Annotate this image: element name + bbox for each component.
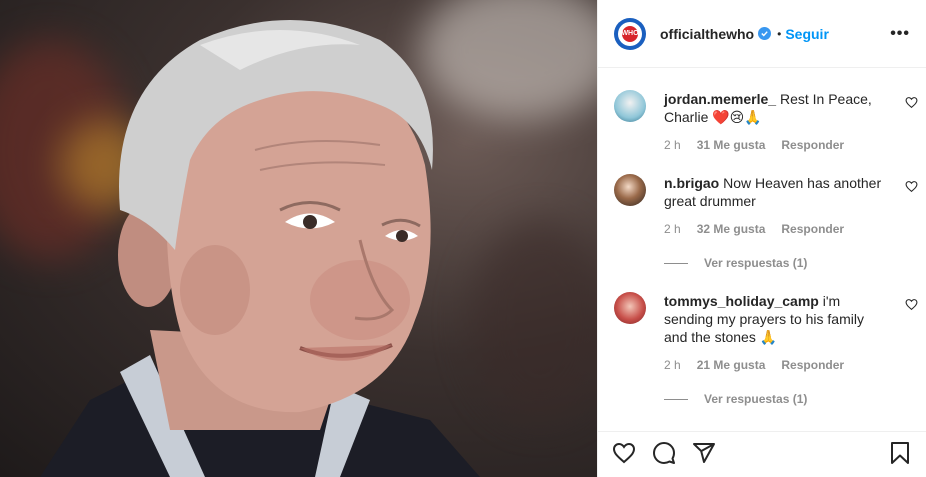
account-avatar[interactable]: WHO bbox=[614, 17, 646, 50]
post-photo[interactable] bbox=[0, 0, 597, 477]
comment-meta: 2 h 32 Me gusta Responder bbox=[664, 222, 886, 236]
post-sidebar: WHO officialthewho • Seguir ••• jordan.m… bbox=[597, 0, 926, 477]
comment-like-heart-icon[interactable] bbox=[905, 180, 918, 196]
post-actions-bar bbox=[598, 431, 926, 477]
reply-button[interactable]: Responder bbox=[781, 222, 844, 236]
replies-divider bbox=[664, 262, 688, 264]
comment-item: n.brigao Now Heaven has another great dr… bbox=[598, 174, 926, 236]
comment-text: jordan.memerle_ Rest In Peace, Charlie ❤… bbox=[664, 90, 886, 126]
comment-likes[interactable]: 31 Me gusta bbox=[697, 138, 766, 152]
commenter-username[interactable]: tommys_holiday_camp bbox=[664, 293, 819, 309]
post-header: WHO officialthewho • Seguir ••• bbox=[598, 0, 926, 68]
comment-like-heart-icon[interactable] bbox=[905, 298, 918, 314]
avatar-text: WHO bbox=[621, 29, 639, 37]
comment-item: tommys_holiday_camp i'm sending my praye… bbox=[598, 292, 926, 372]
commenter-username[interactable]: n.brigao bbox=[664, 175, 719, 191]
account-username[interactable]: officialthewho bbox=[660, 26, 754, 42]
commenter-avatar[interactable] bbox=[614, 174, 646, 206]
commenter-username[interactable]: jordan.memerle_ bbox=[664, 91, 776, 107]
comment-likes[interactable]: 32 Me gusta bbox=[697, 222, 766, 236]
portrait-illustration bbox=[40, 20, 480, 477]
view-replies-button[interactable]: Ver respuestas (1) bbox=[664, 392, 926, 406]
comment-text: tommys_holiday_camp i'm sending my praye… bbox=[664, 292, 886, 346]
comment-meta: 2 h 21 Me gusta Responder bbox=[664, 358, 886, 372]
heart-icon[interactable] bbox=[612, 441, 636, 468]
view-replies-button[interactable]: Ver respuestas (1) bbox=[664, 256, 926, 270]
comment-like-heart-icon[interactable] bbox=[905, 96, 918, 112]
comment-icon[interactable] bbox=[652, 441, 676, 468]
verified-badge-icon bbox=[758, 27, 772, 40]
separator-dot: • bbox=[777, 26, 782, 41]
comment-text: n.brigao Now Heaven has another great dr… bbox=[664, 174, 886, 210]
comment-time[interactable]: 2 h bbox=[664, 222, 681, 236]
commenter-avatar[interactable] bbox=[614, 90, 646, 122]
comments-list: jordan.memerle_ Rest In Peace, Charlie ❤… bbox=[598, 68, 926, 431]
view-replies-label: Ver respuestas (1) bbox=[704, 256, 808, 270]
view-replies-label: Ver respuestas (1) bbox=[704, 392, 808, 406]
reply-button[interactable]: Responder bbox=[781, 358, 844, 372]
send-icon[interactable] bbox=[692, 441, 716, 468]
instagram-post-view: WHO officialthewho • Seguir ••• jordan.m… bbox=[0, 0, 926, 477]
follow-button[interactable]: Seguir bbox=[785, 26, 829, 42]
replies-divider bbox=[664, 398, 688, 400]
commenter-avatar[interactable] bbox=[614, 292, 646, 324]
comment-time[interactable]: 2 h bbox=[664, 358, 681, 372]
reply-button[interactable]: Responder bbox=[781, 138, 844, 152]
comment-meta: 2 h 31 Me gusta Responder bbox=[664, 138, 886, 152]
comment-time[interactable]: 2 h bbox=[664, 138, 681, 152]
more-options-icon[interactable]: ••• bbox=[890, 25, 910, 43]
bookmark-icon[interactable] bbox=[888, 441, 912, 468]
comment-likes[interactable]: 21 Me gusta bbox=[697, 358, 766, 372]
comment-item: jordan.memerle_ Rest In Peace, Charlie ❤… bbox=[598, 90, 926, 152]
